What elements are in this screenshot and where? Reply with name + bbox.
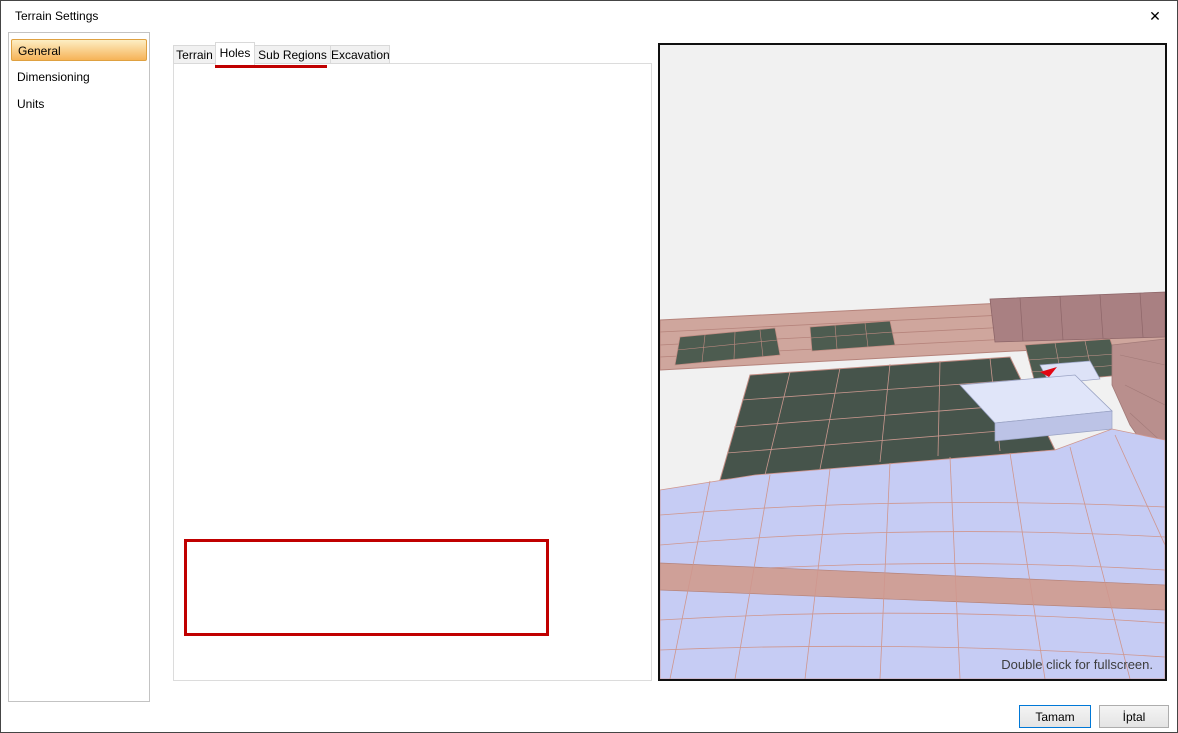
tab-holes[interactable]: Holes xyxy=(215,42,255,65)
annotation-highlight-box xyxy=(184,539,549,636)
ok-button[interactable]: Tamam xyxy=(1019,705,1091,728)
tab-excavation[interactable]: Excavation xyxy=(330,45,390,64)
sidebar-item-general[interactable]: General xyxy=(11,39,147,61)
sidebar-item-dimensioning[interactable]: Dimensioning xyxy=(11,66,147,88)
sidebar-item-units[interactable]: Units xyxy=(11,93,147,115)
sidebar: General Dimensioning Units xyxy=(8,32,150,702)
title-bar: Terrain Settings ✕ xyxy=(1,1,1177,31)
close-icon[interactable]: ✕ xyxy=(1143,6,1167,26)
cancel-button[interactable]: İptal xyxy=(1099,705,1169,728)
terrain-3d-render xyxy=(659,45,1166,680)
tab-terrain[interactable]: Terrain xyxy=(173,45,216,64)
fullscreen-hint: Double click for fullscreen. xyxy=(1001,657,1153,672)
annotation-underline xyxy=(215,65,327,68)
terrain-3d-preview[interactable]: Double click for fullscreen. xyxy=(658,43,1167,681)
window-title: Terrain Settings xyxy=(15,9,99,23)
tab-sub-regions[interactable]: Sub Regions xyxy=(254,45,331,64)
terrain-settings-dialog: Terrain Settings ✕ General Dimensioning … xyxy=(0,0,1178,733)
